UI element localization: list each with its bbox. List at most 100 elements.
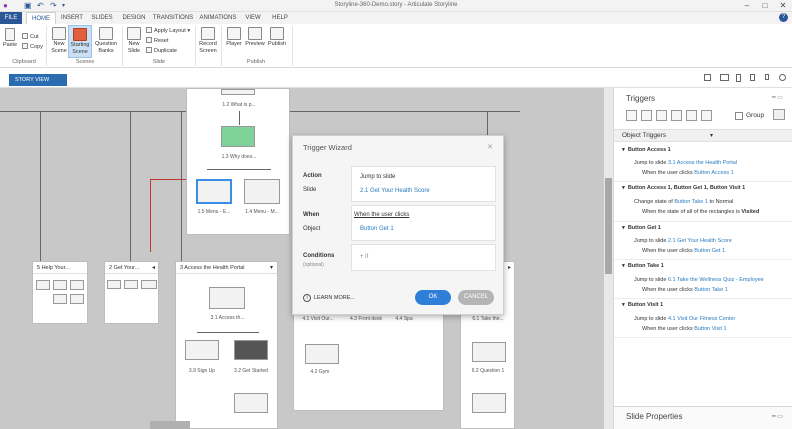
object-dropdown[interactable]: Button Get 1 xyxy=(360,226,394,232)
action-dropdown[interactable]: Jump to slide xyxy=(360,174,395,180)
reset-button[interactable]: Reset xyxy=(146,37,168,45)
slide-thumbnail[interactable] xyxy=(185,340,219,360)
paste-button[interactable]: Paste xyxy=(2,28,18,49)
cut-button[interactable]: Cut xyxy=(22,33,39,41)
group-checkbox[interactable] xyxy=(735,112,743,120)
trigger-action[interactable]: Jump to slide 2.1 Get Your Health Score xyxy=(634,238,732,244)
record-screen-button[interactable]: Record Screen xyxy=(197,27,219,55)
tab-insert[interactable]: INSERT xyxy=(58,12,86,24)
trigger-action[interactable]: Jump to slide 3.1 Access the Health Port… xyxy=(634,160,737,166)
scroll-thumb[interactable] xyxy=(605,178,612,274)
preview-button[interactable]: Preview xyxy=(244,27,266,48)
phone-landscape-icon[interactable] xyxy=(750,74,755,81)
new-scene-button[interactable]: New Scene xyxy=(49,27,69,55)
scene-1-card[interactable]: 1.2 What is p... 1.3 Why does... 1.5 Men… xyxy=(186,88,290,235)
connector-line xyxy=(239,111,240,125)
tab-slides[interactable]: SLIDES xyxy=(88,12,116,24)
player-button[interactable]: Player xyxy=(224,27,244,48)
vertical-scrollbar[interactable] xyxy=(604,88,613,429)
slide-thumbnail[interactable] xyxy=(70,280,84,290)
cancel-button[interactable]: CANCEL xyxy=(458,290,494,305)
scene-3-card[interactable]: 3 Access the Health Portal ▾ 3.1 Access … xyxy=(175,261,278,429)
publish-button[interactable]: Publish xyxy=(266,27,288,48)
slide-thumbnail[interactable] xyxy=(124,280,138,289)
when-dropdown[interactable]: When the user clicks xyxy=(354,212,409,218)
slide-thumbnail[interactable] xyxy=(53,294,67,304)
desktop-view-icon[interactable] xyxy=(704,74,711,81)
edit-trigger-icon[interactable] xyxy=(641,110,652,121)
tab-design[interactable]: DESIGN xyxy=(119,12,149,24)
slide-thumbnail[interactable] xyxy=(244,179,280,204)
close-icon[interactable]: ✕ xyxy=(774,0,792,12)
tab-help[interactable]: HELP xyxy=(268,12,292,24)
slide-thumbnail[interactable] xyxy=(141,280,157,289)
slide-caption: 3.9 Sign Up xyxy=(188,368,216,374)
add-if-button[interactable]: + if xyxy=(360,254,368,260)
help-icon[interactable]: ? xyxy=(779,13,788,22)
slide-thumbnail[interactable] xyxy=(107,280,121,289)
trigger-object-header[interactable]: ▾ Button Access 1, Button Get 1, Button … xyxy=(622,185,745,191)
slide-thumbnail[interactable] xyxy=(221,126,255,147)
trigger-object-header[interactable]: ▾ Button Get 1 xyxy=(622,225,661,231)
horizontal-scroll-thumb[interactable] xyxy=(150,421,190,429)
new-trigger-icon[interactable] xyxy=(626,110,637,121)
scene-2-card[interactable]: 2 Get Your... ◂ xyxy=(104,261,159,324)
trigger-action[interactable]: Jump to slide 4.1 Visit Our Fitness Cent… xyxy=(634,316,735,322)
learn-more-link[interactable]: LEARN MORE... xyxy=(314,295,355,301)
story-view-tab[interactable]: STORY VIEW xyxy=(9,74,67,86)
settings-gear-icon[interactable] xyxy=(779,74,786,81)
collapse-icon[interactable]: ▾ xyxy=(710,132,713,139)
divider xyxy=(46,26,47,66)
trigger-object-header[interactable]: ▾ Button Take 1 xyxy=(622,263,664,269)
tab-home[interactable]: HOME xyxy=(26,12,56,24)
variables-icon[interactable] xyxy=(773,109,785,120)
copy-button[interactable]: Copy xyxy=(22,43,43,51)
slide-thumbnail-selected[interactable] xyxy=(196,179,232,204)
duplicate-button[interactable]: Duplicate xyxy=(146,47,177,55)
phone-portrait-icon[interactable] xyxy=(765,74,769,80)
close-icon[interactable]: ✕ xyxy=(487,143,493,151)
paste-trigger-icon[interactable] xyxy=(671,110,682,121)
trigger-object-header[interactable]: ▾ Button Access 1 xyxy=(622,147,671,153)
tab-file[interactable]: FILE xyxy=(0,12,22,24)
tab-view[interactable]: VIEW xyxy=(242,12,264,24)
tablet-portrait-icon[interactable] xyxy=(736,74,741,82)
starting-scene-button[interactable]: Starting Scene xyxy=(68,25,92,58)
slide-thumbnail[interactable] xyxy=(234,393,268,413)
slide-label: Slide xyxy=(303,187,317,193)
delete-trigger-icon[interactable] xyxy=(686,110,697,121)
collapse-icon[interactable]: ▸ xyxy=(508,264,511,271)
tablet-landscape-icon[interactable] xyxy=(720,74,729,81)
copy-trigger-icon[interactable] xyxy=(656,110,667,121)
slide-thumbnail[interactable] xyxy=(53,280,67,290)
slide-thumbnail[interactable] xyxy=(472,342,506,362)
ok-button[interactable]: OK xyxy=(415,290,451,305)
slide-thumbnail[interactable] xyxy=(472,393,506,413)
collapse-icon[interactable]: ◂ xyxy=(152,264,155,271)
slide-thumbnail[interactable] xyxy=(70,294,84,304)
move-trigger-icon[interactable] xyxy=(701,110,712,121)
slide-thumbnail[interactable] xyxy=(209,287,245,309)
tab-transitions[interactable]: TRANSITIONS xyxy=(152,12,194,24)
connector-line xyxy=(181,111,182,261)
new-slide-button[interactable]: New Slide xyxy=(124,27,144,55)
pin-icon[interactable]: ━ ▭ xyxy=(772,94,783,101)
tab-animations[interactable]: ANIMATIONS xyxy=(197,12,239,24)
new-scene-icon xyxy=(52,27,66,40)
trigger-object-header[interactable]: ▾ Button Visit 1 xyxy=(622,302,663,308)
slide-thumbnail[interactable] xyxy=(305,344,339,364)
dropdown-icon[interactable]: ▾ xyxy=(270,264,273,271)
slide-thumbnail[interactable] xyxy=(221,89,255,95)
pin-icon[interactable]: ━ ▭ xyxy=(772,413,783,420)
maximize-icon[interactable]: □ xyxy=(756,0,774,12)
slide-thumbnail[interactable] xyxy=(234,340,268,360)
question-banks-button[interactable]: Question Banks xyxy=(93,27,119,55)
apply-layout-button[interactable]: Apply Layout ▾ xyxy=(146,27,190,35)
slide-thumbnail[interactable] xyxy=(36,280,50,290)
slide-dropdown[interactable]: 2.1 Get Your Health Score xyxy=(360,188,430,194)
trigger-action[interactable]: Jump to slide 6.1 Take the Wellness Quiz… xyxy=(634,277,764,283)
minimize-icon[interactable]: – xyxy=(738,0,756,12)
scene-5-card[interactable]: 5 Help Your... xyxy=(32,261,88,324)
trigger-action[interactable]: Change state of Button Take 1 to Normal xyxy=(634,199,733,205)
slide-properties-header[interactable]: Slide Properties ━ ▭ xyxy=(614,406,792,429)
